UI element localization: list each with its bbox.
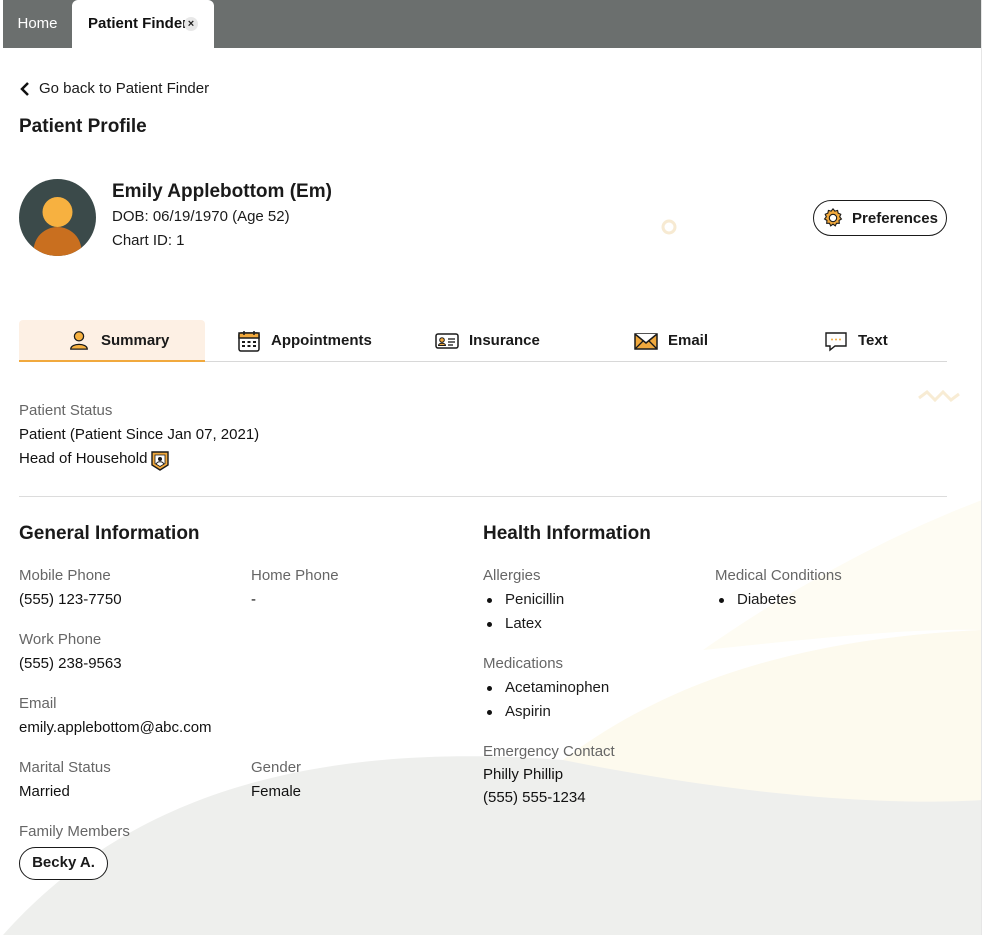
- medical-conditions-label: Medical Conditions: [715, 567, 842, 584]
- gear-icon: [823, 207, 843, 227]
- head-of-household-label: Head of Household: [19, 450, 148, 467]
- mobile-phone-value: (555) 123-7750: [19, 591, 122, 608]
- marital-status-label: Marital Status: [19, 759, 111, 776]
- tab-patient-finder-label: Patient Finder: [88, 15, 189, 32]
- chevron-left-icon: [20, 81, 29, 96]
- close-icon[interactable]: ×: [184, 17, 198, 31]
- patient-status-value: Patient (Patient Since Jan 07, 2021): [19, 426, 260, 443]
- emergency-contact-label: Emergency Contact: [483, 743, 615, 760]
- tab-summary-label: Summary: [101, 331, 170, 349]
- household-badge-icon: [151, 451, 169, 471]
- mobile-phone-label: Mobile Phone: [19, 567, 111, 584]
- tab-email[interactable]: Email: [634, 320, 708, 361]
- tab-insurance-label: Insurance: [469, 332, 540, 349]
- email-label: Email: [19, 695, 57, 712]
- profile-tabs: Summary Appointments Insurance Email Tex…: [19, 320, 947, 362]
- tab-insurance[interactable]: Insurance: [435, 320, 540, 361]
- patient-name: Emily Applebottom (Em): [112, 181, 332, 202]
- tab-appointments[interactable]: Appointments: [237, 320, 372, 361]
- emergency-contact-name: Philly Phillip: [483, 766, 564, 783]
- home-phone-value: -: [251, 591, 256, 608]
- person-avatar-icon: [33, 197, 82, 256]
- allergies-list: Penicillin Latex: [483, 588, 564, 636]
- tab-appointments-label: Appointments: [271, 332, 372, 349]
- general-info-title: General Information: [19, 523, 200, 544]
- back-link-label: Go back to Patient Finder: [39, 80, 210, 97]
- tab-text[interactable]: Text: [824, 320, 888, 361]
- tab-summary[interactable]: Summary: [19, 320, 205, 362]
- home-phone-label: Home Phone: [251, 567, 339, 584]
- medications-label: Medications: [483, 655, 564, 672]
- person-icon: [70, 331, 88, 350]
- calendar-icon: [238, 330, 260, 352]
- gender-label: Gender: [251, 759, 302, 776]
- family-members-label: Family Members: [19, 823, 130, 840]
- gender-value: Female: [251, 783, 302, 800]
- list-item: Acetaminophen: [483, 676, 609, 700]
- family-member-button[interactable]: Becky A.: [19, 847, 108, 880]
- conditions-list: Diabetes: [715, 588, 796, 612]
- allergies-label: Allergies: [483, 567, 541, 584]
- health-info-title: Health Information: [483, 523, 651, 544]
- work-phone-label: Work Phone: [19, 631, 102, 648]
- avatar: [19, 179, 96, 256]
- medications-list: Acetaminophen Aspirin: [483, 676, 609, 724]
- preferences-label: Preferences: [852, 209, 938, 227]
- section-divider: [19, 496, 947, 497]
- app-frame: Home Patient Finder × Go back to Patient…: [3, 0, 982, 935]
- patient-chart-id: Chart ID: 1: [112, 232, 185, 249]
- tab-text-label: Text: [858, 332, 888, 349]
- preferences-button[interactable]: Preferences: [813, 200, 947, 236]
- tab-patient-finder[interactable]: Patient Finder ×: [72, 0, 214, 48]
- tab-home[interactable]: Home: [3, 0, 72, 48]
- work-phone-value: (555) 238-9563: [19, 655, 122, 672]
- back-link[interactable]: Go back to Patient Finder: [19, 80, 209, 97]
- page-title: Patient Profile: [19, 116, 147, 137]
- id-card-icon: [435, 332, 459, 349]
- list-item: Penicillin: [483, 588, 564, 612]
- emergency-contact-phone: (555) 555-1234: [483, 789, 586, 806]
- top-tab-bar: Home Patient Finder ×: [3, 0, 981, 48]
- list-item: Aspirin: [483, 700, 609, 724]
- chat-bubble-icon: [825, 331, 847, 351]
- patient-dob: DOB: 06/19/1970 (Age 52): [112, 208, 290, 225]
- marital-status-value: Married: [19, 783, 70, 800]
- list-item: Latex: [483, 612, 564, 636]
- tab-email-label: Email: [668, 332, 709, 349]
- list-item: Diabetes: [715, 588, 796, 612]
- envelope-icon: [634, 332, 658, 350]
- patient-status-label: Patient Status: [19, 402, 113, 419]
- email-value: emily.applebottom@abc.com: [19, 719, 212, 736]
